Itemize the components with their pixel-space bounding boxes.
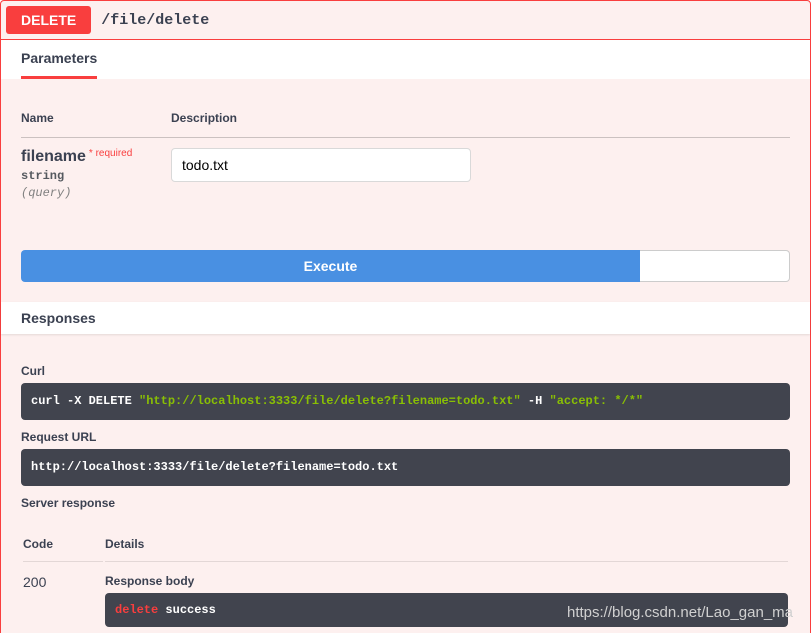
curl-header: "accept: */*" [550, 394, 644, 408]
operation-block: DELETE /file/delete Parameters Name Desc… [0, 0, 811, 633]
responses-title: Responses [21, 310, 96, 326]
parameters-tab[interactable]: Parameters [21, 40, 97, 79]
curl-url: "http://localhost:3333/file/delete?filen… [139, 394, 521, 408]
parameters-table: Name Description filename* required stri… [21, 99, 790, 210]
request-url-label: Request URL [21, 430, 790, 444]
parameters-container: Name Description filename* required stri… [1, 79, 810, 230]
method-badge: DELETE [6, 6, 91, 34]
param-input-filename[interactable] [171, 148, 471, 182]
header-details: Details [105, 527, 788, 562]
responses-table: Code Details 200 Response body delete su… [21, 525, 790, 633]
operation-summary[interactable]: DELETE /file/delete [1, 1, 810, 40]
response-body-text: success [158, 603, 216, 617]
response-body-keyword: delete [115, 603, 158, 617]
responses-header: Responses [1, 302, 810, 334]
execute-wrapper: Execute [1, 230, 810, 302]
response-body-label: Response body [105, 574, 788, 588]
required-indicator: * required [86, 148, 132, 159]
clear-button[interactable] [640, 250, 790, 282]
curl-prefix: curl -X DELETE [31, 394, 139, 408]
parameter-row: filename* required string (query) [21, 138, 790, 211]
operation-path: /file/delete [91, 12, 209, 29]
responses-container: Curl curl -X DELETE "http://localhost:33… [1, 334, 810, 633]
operation-body: Parameters Name Description [1, 40, 810, 633]
server-response-label: Server response [21, 496, 790, 510]
response-body[interactable]: delete success [105, 593, 788, 627]
param-name: filename [21, 148, 86, 165]
execute-button[interactable]: Execute [21, 250, 640, 282]
header-description: Description [171, 99, 790, 138]
curl-label: Curl [21, 364, 790, 378]
param-type: string [21, 166, 171, 186]
curl-flag: -H [521, 394, 550, 408]
param-in: (query) [21, 186, 171, 200]
curl-block[interactable]: curl -X DELETE "http://localhost:3333/fi… [21, 383, 790, 420]
response-code: 200 [23, 564, 103, 633]
request-url-block[interactable]: http://localhost:3333/file/delete?filena… [21, 449, 790, 486]
header-name: Name [21, 99, 171, 138]
parameters-tab-header: Parameters [1, 40, 810, 79]
header-code: Code [23, 527, 103, 562]
response-row: 200 Response body delete success [23, 564, 788, 633]
